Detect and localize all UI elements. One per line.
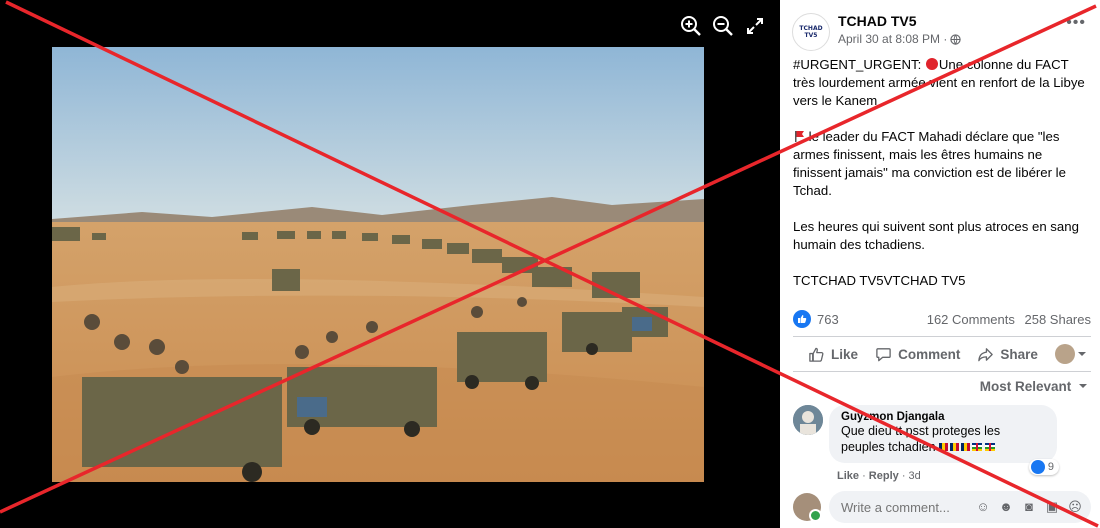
post-header: TCHAD TV5 TCHAD TV5 April 30 at 8:08 PM … [792,13,962,51]
current-user-avatar[interactable] [793,493,822,522]
page-name[interactable]: TCHAD TV5 [838,13,961,29]
share-label: Share [1000,346,1038,362]
comment-text: Que dieu tt psst proteges les peuples tc… [841,423,1046,455]
expand-icon[interactable] [742,13,768,39]
post-date[interactable]: April 30 at 8:08 PM · [838,32,947,46]
comment-item: Guyzmon Djangala Que dieu tt psst proteg… [793,405,1059,475]
emoji-icon[interactable]: ☻ [998,499,1014,515]
share-button[interactable]: Share [977,346,1038,363]
comment-author[interactable]: Guyzmon Djangala [841,411,1046,423]
like-label: Like [831,346,859,362]
commenter-avatar[interactable] [793,405,823,435]
comment-composer: ☺ ☻ ◙ ▣ ☹ [793,491,1091,523]
comment-bubble: Guyzmon Djangala Que dieu tt psst proteg… [829,405,1059,475]
post-photo[interactable] [52,47,704,482]
post-date-row: April 30 at 8:08 PM · [838,32,962,46]
comment-button[interactable]: Comment [875,346,960,363]
comment-count[interactable]: 162 Comments [927,312,1015,327]
share-count[interactable]: 258 Shares [1025,312,1092,327]
red-circle-emoji [925,58,938,70]
post-stats: 763 162 Comments 258 Shares [793,310,1091,328]
page-avatar[interactable]: TCHAD TV5 [792,13,830,51]
sort-label: Most Relevant [979,379,1072,394]
comment-like-link[interactable]: Like [837,470,859,482]
post-text-p2: le leader du FACT Mahadi déclare que "le… [793,129,1066,198]
globe-icon [950,33,962,45]
sticker-face-icon[interactable]: ☹ [1067,499,1083,515]
gif-icon[interactable]: ▣ [1044,499,1060,515]
composer-icons: ☺ ☻ ◙ ▣ ☹ [975,499,1083,515]
comment-sort-dropdown[interactable]: Most Relevant [980,379,1088,394]
viewer-controls [678,13,768,39]
more-options-button[interactable]: ••• [1066,14,1086,32]
comment-reaction-count: 9 [1047,461,1054,473]
red-flag-emoji [795,131,804,142]
flags-emoji [939,443,996,451]
like-button[interactable]: Like [808,346,858,363]
stats-right: 162 Comments 258 Shares [927,312,1091,327]
thumbs-up-icon [809,347,824,362]
share-icon [978,347,994,361]
post-actions: Like Comment Share [793,344,1091,364]
zoom-out-icon[interactable] [710,13,736,39]
post-panel: TCHAD TV5 TCHAD TV5 April 30 at 8:08 PM … [780,0,1100,528]
comment-icon [876,347,891,361]
divider [793,371,1091,372]
like-count-group[interactable]: 763 [793,310,839,328]
comment-label: Comment [898,346,961,362]
desert-convoy-photo [52,47,704,482]
chevron-down-icon [1079,384,1087,388]
comment-meta: Like · Reply · 3d [837,470,921,482]
comment-input[interactable] [841,499,951,515]
post-text: #URGENT_URGENT: Une colonne du FACT très… [793,56,1091,290]
post-text-p3: Les heures qui suivent sont plus atroces… [793,219,1079,252]
comment-reply-link[interactable]: Reply [869,470,899,482]
like-count: 763 [817,311,839,327]
like-reaction-icon [1030,460,1045,474]
photo-viewer [0,0,780,528]
reaction-picker[interactable] [1055,344,1087,364]
sticker-icon[interactable]: ☺ [975,499,991,515]
page-meta: TCHAD TV5 April 30 at 8:08 PM · [838,13,962,46]
like-reaction-icon [793,310,811,328]
chevron-down-icon [1078,352,1086,356]
page-avatar-text: TCHAD TV5 [799,25,823,39]
comment-time[interactable]: 3d [909,470,921,482]
post-text-p4: TCTCHAD TV5VTCHAD TV5 [793,273,966,288]
avatar [1055,344,1075,364]
divider [793,336,1091,337]
camera-icon[interactable]: ◙ [1021,499,1037,515]
comment-input-box: ☺ ☻ ◙ ▣ ☹ [829,491,1091,523]
comment-reaction-badge[interactable]: 9 [1028,459,1059,475]
post-text-hashtag[interactable]: #URGENT_URGENT: [793,57,925,72]
zoom-in-icon[interactable] [678,13,704,39]
